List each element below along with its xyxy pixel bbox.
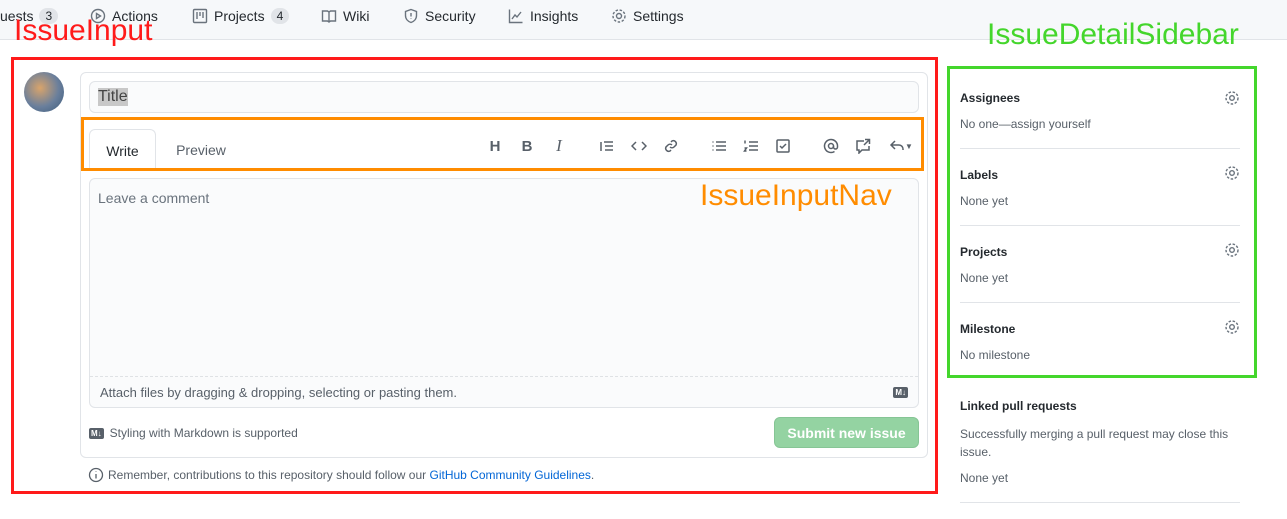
linked-prs-description: Successfully merging a pull request may … xyxy=(960,427,1229,459)
issue-input-nav-highlight xyxy=(81,117,924,171)
tab-insights[interactable]: Insights xyxy=(508,6,578,26)
sidebar-highlight xyxy=(947,66,1257,378)
gear-icon xyxy=(612,9,626,23)
tab-label: Projects xyxy=(214,8,265,24)
sidebar-annotation: IssueDetailSidebar xyxy=(987,18,1239,51)
issue-input-nav-annotation: IssueInputNav xyxy=(700,179,892,212)
shield-icon xyxy=(404,8,418,24)
project-icon xyxy=(192,8,208,24)
book-icon xyxy=(321,10,337,23)
divider xyxy=(960,502,1240,503)
graph-icon xyxy=(508,9,523,24)
tab-label: Insights xyxy=(530,8,579,24)
linked-prs-value: None yet xyxy=(960,471,1009,485)
tab-security[interactable]: Security xyxy=(403,6,476,26)
tab-label: Settings xyxy=(633,8,684,24)
tab-label: Wiki xyxy=(343,8,370,24)
count-badge: 4 xyxy=(270,8,290,24)
tab-projects[interactable]: Projects 4 xyxy=(192,6,290,26)
tab-wiki[interactable]: Wiki xyxy=(321,6,369,26)
linked-prs-heading: Linked pull requests xyxy=(960,399,1077,413)
issue-input-annotation: IssueInput xyxy=(14,14,153,47)
tab-label: Security xyxy=(425,8,476,24)
tab-settings[interactable]: Settings xyxy=(611,6,684,26)
